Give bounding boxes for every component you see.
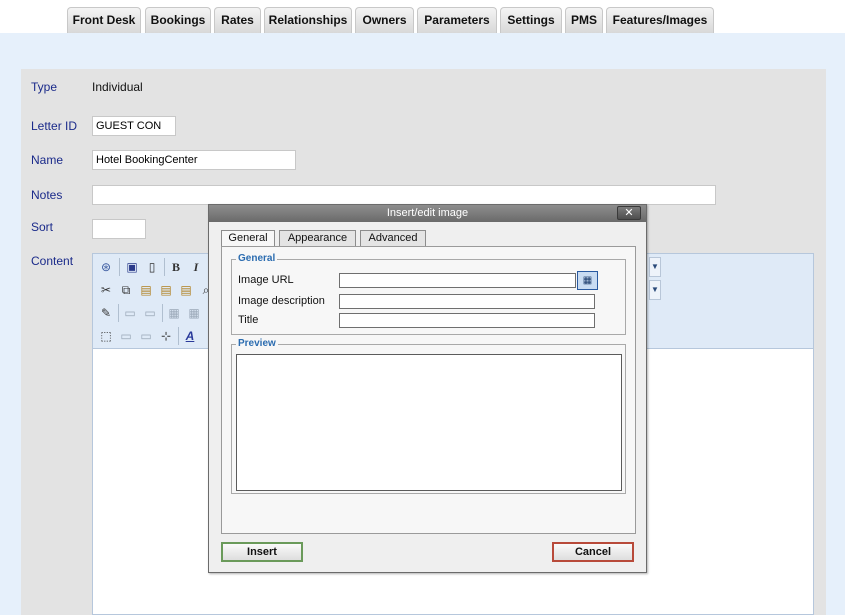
tab-front-desk[interactable]: Front Desk <box>67 7 141 33</box>
tab-rates[interactable]: Rates <box>214 7 261 33</box>
close-icon[interactable]: ✕ <box>617 206 641 220</box>
html-source-icon[interactable]: ⊛ <box>96 257 116 277</box>
insert-image-dialog: Insert/edit image ✕ General Appearance A… <box>208 204 647 573</box>
toolbar-separator <box>164 258 165 276</box>
notes-input[interactable] <box>92 185 716 205</box>
title-label: Title <box>238 314 259 326</box>
dialog-tab-appearance[interactable]: Appearance <box>279 230 356 247</box>
format-dropdown-arrow-icon[interactable]: ▼ <box>649 257 661 277</box>
image-preview <box>236 354 622 491</box>
letter-id-label: Letter ID <box>31 119 78 133</box>
bold-icon[interactable]: B <box>166 257 186 277</box>
dialog-title: Insert/edit image <box>209 205 646 222</box>
toolbar-separator <box>119 258 120 276</box>
letter-id-input[interactable] <box>92 116 176 136</box>
tab-relationships[interactable]: Relationships <box>264 7 352 33</box>
cancel-button[interactable]: Cancel <box>552 542 634 562</box>
tab-parameters[interactable]: Parameters <box>417 7 497 33</box>
dialog-panel-general: General Image URL ▦ Image description Ti… <box>221 246 636 534</box>
image-description-input[interactable] <box>339 294 595 309</box>
image-url-label: Image URL <box>238 274 294 286</box>
tab-bookings[interactable]: Bookings <box>145 7 211 33</box>
edit-icon[interactable]: ✎ <box>96 303 116 323</box>
name-input[interactable] <box>92 150 296 170</box>
layer-move-icon[interactable]: ▭ <box>136 326 156 346</box>
main-tab-bar: Front Desk Bookings Rates Relationships … <box>0 0 845 33</box>
notes-label: Notes <box>31 188 63 202</box>
save-icon[interactable]: ▣ <box>122 257 142 277</box>
preview-fieldset: Preview <box>231 338 626 494</box>
font-size-dropdown-arrow-icon[interactable]: ▼ <box>649 280 661 300</box>
type-value: Individual <box>92 80 143 94</box>
absolute-position-icon[interactable]: ⊹ <box>156 326 176 346</box>
cut-icon[interactable]: ✂ <box>96 280 116 300</box>
table-row-icon[interactable]: ▭ <box>120 303 140 323</box>
toolbar-separator <box>118 304 119 322</box>
content-label: Content <box>31 254 74 268</box>
browse-icon[interactable]: ▦ <box>577 271 598 290</box>
table-insert-icon[interactable]: ▦ <box>164 303 184 323</box>
title-input[interactable] <box>339 313 595 328</box>
font-style-icon[interactable]: A <box>180 326 200 346</box>
image-url-input[interactable] <box>339 273 576 288</box>
tab-owners[interactable]: Owners <box>355 7 414 33</box>
insert-button[interactable]: Insert <box>221 542 303 562</box>
sort-label: Sort <box>31 220 54 234</box>
table-cell-icon[interactable]: ▭ <box>140 303 160 323</box>
copy-icon[interactable]: ⧉ <box>116 280 136 300</box>
paste-icon[interactable]: ▤ <box>136 280 156 300</box>
general-fieldset: General Image URL ▦ Image description Ti… <box>231 253 626 335</box>
tab-features-images[interactable]: Features/Images <box>606 7 714 33</box>
layer-icon[interactable]: ▭ <box>116 326 136 346</box>
tab-settings[interactable]: Settings <box>500 7 562 33</box>
paste-word-icon[interactable]: ▤ <box>176 280 196 300</box>
name-label: Name <box>31 153 64 167</box>
paste-text-icon[interactable]: ▤ <box>156 280 176 300</box>
dialog-tab-advanced[interactable]: Advanced <box>360 230 426 247</box>
toolbar-separator <box>162 304 163 322</box>
type-label: Type <box>31 80 58 94</box>
preview-legend: Preview <box>236 338 278 349</box>
new-document-icon[interactable]: ▯ <box>142 257 162 277</box>
dotted-box-icon[interactable]: ⬚ <box>96 326 116 346</box>
image-description-label: Image description <box>238 295 325 307</box>
tab-pms[interactable]: PMS <box>565 7 603 33</box>
toolbar-separator <box>178 327 179 345</box>
general-legend: General <box>236 253 278 264</box>
table-delete-icon[interactable]: ▦ <box>184 303 204 323</box>
sort-input[interactable] <box>92 219 146 239</box>
italic-icon[interactable]: I <box>186 257 206 277</box>
